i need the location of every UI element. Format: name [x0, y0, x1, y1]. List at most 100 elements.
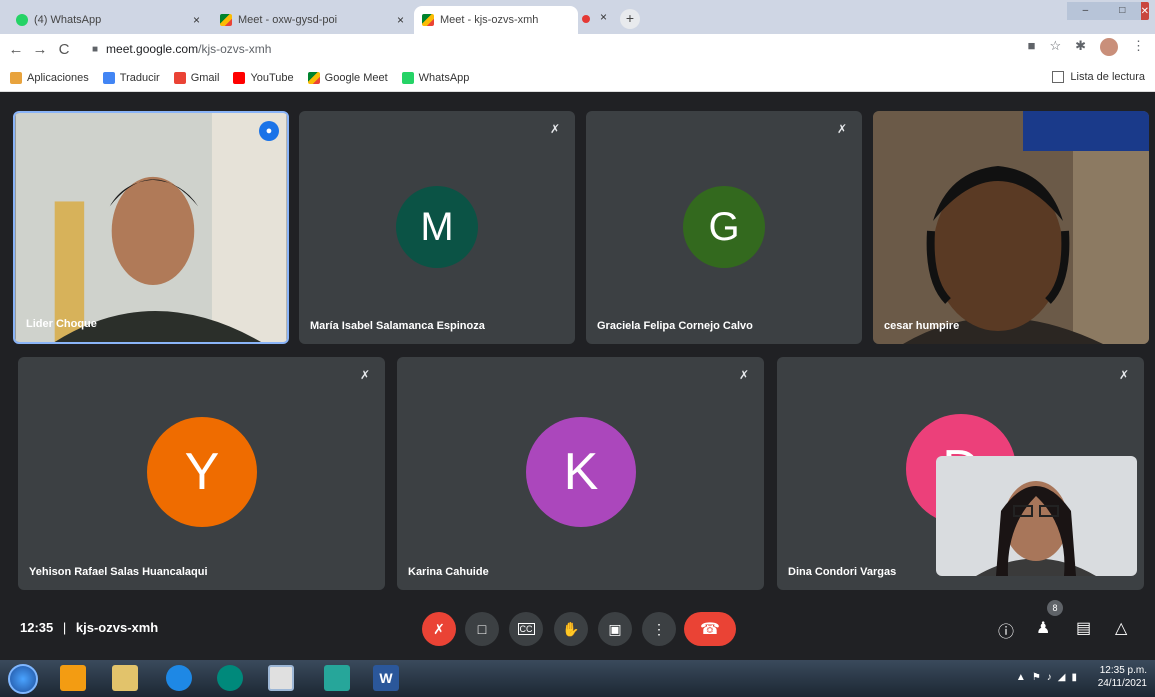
- flag-icon[interactable]: ⚑: [1032, 672, 1041, 683]
- close-tab-icon[interactable]: ×: [397, 13, 404, 27]
- chrome-icon[interactable]: [268, 665, 294, 691]
- close-tab-icon[interactable]: ×: [600, 10, 607, 24]
- self-video: [936, 456, 1137, 576]
- bookmark-whatsapp[interactable]: WhatsApp: [401, 71, 469, 84]
- chat-button[interactable]: ▤: [1076, 618, 1091, 638]
- people-button[interactable]: ♟: [1036, 618, 1050, 638]
- gmail-icon: [173, 71, 186, 84]
- bookmark-star-icon[interactable]: ☆: [1049, 38, 1061, 56]
- volume-icon[interactable]: ♪: [1047, 672, 1052, 683]
- activities-icon: △: [1115, 620, 1128, 637]
- end-call-icon: ☎: [700, 621, 720, 638]
- people-icon: ♟: [1036, 620, 1051, 637]
- url-host: meet.google.com: [106, 42, 199, 56]
- mic-off-icon: ✗: [836, 122, 848, 136]
- participant-name: Yehison Rafael Salas Huancalaqui: [29, 566, 208, 578]
- clock[interactable]: 12:35 p.m. 24/11/2021: [1098, 664, 1147, 690]
- close-window-icon[interactable]: ✕: [1141, 6, 1149, 17]
- whatsapp-icon: [16, 14, 28, 26]
- participant-name: Graciela Felipa Cornejo Calvo: [597, 320, 753, 332]
- tab-meet-kjs[interactable]: Meet - kjs-ozvs-xmh: [414, 6, 578, 34]
- participant-tile[interactable]: cesar humpire: [873, 111, 1149, 344]
- meeting-details-button[interactable]: ⓘ: [998, 618, 1014, 642]
- bookmark-aplicaciones[interactable]: Aplicaciones: [10, 71, 89, 84]
- bookmark-label: Traducir: [119, 71, 160, 84]
- more-options-button[interactable]: ⋮: [642, 612, 676, 646]
- back-icon[interactable]: ←: [4, 41, 28, 58]
- camera-in-use-icon[interactable]: ■: [1028, 38, 1036, 56]
- tab-whatsapp[interactable]: (4) WhatsApp ×: [8, 6, 208, 34]
- app-icon[interactable]: [217, 665, 243, 691]
- meet-icon: [307, 71, 320, 84]
- mic-toggle-button[interactable]: ✗: [422, 612, 456, 646]
- word-icon[interactable]: W: [373, 665, 399, 691]
- activities-button[interactable]: △: [1115, 618, 1127, 638]
- bookmarks-bar: Aplicaciones Traducir Gmail YouTube Goog…: [0, 64, 1155, 92]
- participant-tile[interactable]: ✗ G Graciela Felipa Cornejo Calvo: [586, 111, 862, 344]
- network-icon[interactable]: ◢: [1058, 672, 1066, 683]
- meet-control-bar: 12:35 | kjs-ozvs-xmh ✗ □ CC ✋ ▣ ⋮ ☎ ⓘ 8 …: [0, 598, 1155, 660]
- new-tab-button[interactable]: +: [620, 9, 640, 29]
- address-bar[interactable]: ■ meet.google.com/kjs-ozvs-xmh: [92, 37, 980, 61]
- participant-tile[interactable]: ✗ M María Isabel Salamanca Espinoza: [299, 111, 575, 344]
- present-button[interactable]: ▣: [598, 612, 632, 646]
- participant-count-badge: 8: [1047, 600, 1063, 616]
- extensions-icon[interactable]: ✱: [1075, 38, 1086, 56]
- participant-tile[interactable]: ✗ Y Yehison Rafael Salas Huancalaqui: [18, 357, 385, 590]
- meet-icon: [422, 14, 434, 26]
- internet-explorer-icon[interactable]: [166, 665, 192, 691]
- minimize-icon[interactable]: –: [1067, 2, 1104, 20]
- reading-list-icon: [1052, 71, 1065, 83]
- profile-avatar[interactable]: [1100, 38, 1118, 56]
- participant-name: Dina Condori Vargas: [788, 566, 897, 578]
- captions-icon: CC: [517, 623, 535, 635]
- raise-hand-button[interactable]: ✋: [554, 612, 588, 646]
- tab-meet-oxw[interactable]: Meet - oxw-gysd-poi ×: [212, 6, 412, 34]
- bookmark-label: Aplicaciones: [27, 71, 89, 84]
- recording-indicator-icon: [582, 15, 590, 23]
- lock-icon: ■: [92, 43, 99, 55]
- media-player-icon[interactable]: [60, 665, 86, 691]
- close-tab-icon[interactable]: ×: [193, 13, 200, 27]
- browser-toolbar: ← → C ■ meet.google.com/kjs-ozvs-xmh ■ ☆…: [0, 34, 1155, 64]
- captions-button[interactable]: CC: [509, 612, 543, 646]
- system-tray: ▲ ⚑ ♪ ◢ ▮: [1016, 672, 1077, 683]
- more-vertical-icon: ⋮: [652, 620, 666, 637]
- reading-list-label: Lista de lectura: [1070, 71, 1145, 83]
- bookmark-label: Gmail: [190, 71, 220, 84]
- bookmark-youtube[interactable]: YouTube: [233, 71, 294, 84]
- forward-icon[interactable]: →: [28, 41, 52, 58]
- bookmark-gmail[interactable]: Gmail: [173, 71, 220, 84]
- start-button[interactable]: [8, 664, 38, 694]
- tab-title: Meet - oxw-gysd-poi: [238, 14, 338, 26]
- meeting-info: 12:35 | kjs-ozvs-xmh: [20, 620, 158, 635]
- mic-off-icon: ✗: [549, 122, 561, 136]
- meeting-time: 12:35: [20, 620, 54, 635]
- leave-call-button[interactable]: ☎: [684, 612, 736, 646]
- menu-dots-icon[interactable]: ⋮: [1132, 38, 1145, 56]
- mic-off-icon: ✗: [433, 620, 445, 637]
- show-hidden-icons-icon[interactable]: ▲: [1016, 672, 1026, 683]
- camera-toggle-button[interactable]: □: [465, 612, 499, 646]
- participant-name: Karina Cahuide: [408, 566, 489, 578]
- bookmark-google-meet[interactable]: Google Meet: [307, 71, 388, 84]
- mic-off-icon: ✗: [738, 368, 750, 382]
- self-view[interactable]: ✗: [936, 456, 1137, 576]
- hand-icon: ✋: [562, 620, 580, 637]
- participant-tile[interactable]: ● Lider Choque: [13, 111, 289, 344]
- power-icon[interactable]: ▮: [1071, 672, 1077, 683]
- info-icon: ⓘ: [998, 624, 1015, 641]
- maximize-icon[interactable]: □: [1103, 2, 1141, 20]
- tab-title: (4) WhatsApp: [34, 14, 102, 26]
- participant-tile[interactable]: ✗ K Karina Cahuide: [397, 357, 764, 590]
- participant-avatar: M: [396, 186, 478, 268]
- reading-list-button[interactable]: Lista de lectura: [1052, 71, 1145, 83]
- bookmark-label: Google Meet: [324, 71, 388, 84]
- participant-avatar: G: [683, 186, 765, 268]
- participant-name: María Isabel Salamanca Espinoza: [310, 320, 485, 332]
- file-explorer-icon[interactable]: [112, 665, 138, 691]
- clock-date: 24/11/2021: [1097, 678, 1147, 689]
- download-app-icon[interactable]: [324, 665, 350, 691]
- reload-icon[interactable]: C: [52, 41, 76, 58]
- bookmark-traducir[interactable]: Traducir: [102, 71, 160, 84]
